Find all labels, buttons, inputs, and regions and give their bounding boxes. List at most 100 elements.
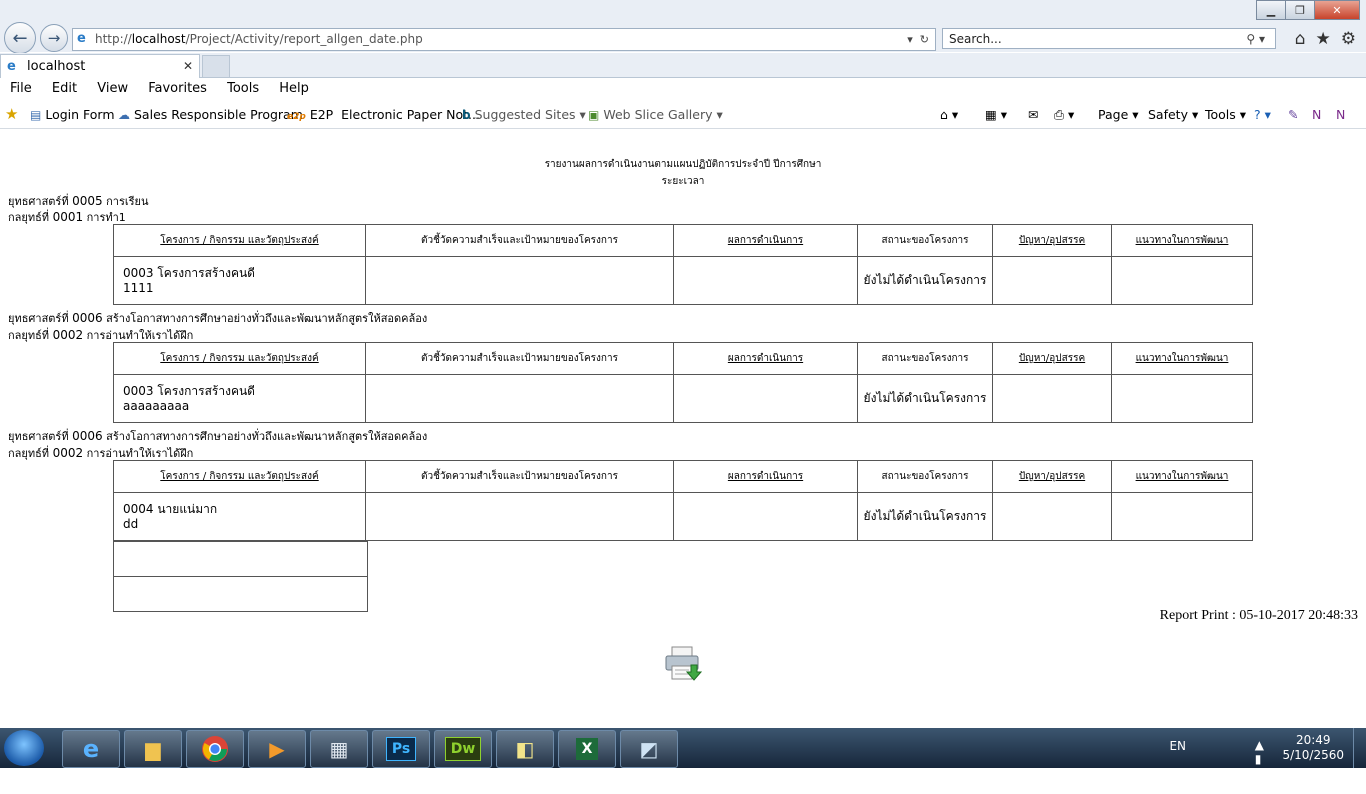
header-development[interactable]: แนวทางในการพัฒนา	[1111, 460, 1253, 493]
photoshop-icon[interactable]: Ps	[372, 730, 430, 768]
header-development[interactable]: แนวทางในการพัฒนา	[1111, 342, 1253, 375]
excel-icon[interactable]: X	[558, 730, 616, 768]
header-result[interactable]: ผลการดำเนินการ	[673, 342, 858, 375]
header-indicator: ตัวชี้วัดความสำเร็จและเป้าหมายของโครงการ	[365, 224, 674, 257]
close-icon[interactable]: ✕	[1314, 0, 1360, 20]
header-problem[interactable]: ปัญหา/อุปสรรค	[992, 460, 1112, 493]
minimize-icon[interactable]: ▁	[1256, 0, 1286, 20]
table-header-row: โครงการ / กิจกรรม และวัตถุประสงค์ ตัวชี้…	[113, 224, 1253, 257]
development-cell	[1111, 492, 1253, 541]
mail-icon[interactable]: ✉	[1028, 101, 1038, 128]
page-menu[interactable]: Page ▾	[1098, 101, 1139, 128]
report-table: โครงการ / กิจกรรม และวัตถุประสงค์ ตัวชี้…	[113, 224, 1253, 305]
explorer-folder-icon[interactable]: ▆	[124, 730, 182, 768]
fav-login-form[interactable]: ▤ Login Form	[30, 101, 115, 129]
new-tab-button[interactable]	[202, 55, 230, 78]
dreamweaver-icon[interactable]: Dw	[434, 730, 492, 768]
header-result[interactable]: ผลการดำเนินการ	[673, 224, 858, 257]
header-problem[interactable]: ปัญหา/อุปสรรค	[992, 224, 1112, 257]
window-controls: ▁ ❐ ✕	[1256, 0, 1360, 20]
header-project[interactable]: โครงการ / กิจกรรม และวัตถุประสงค์	[113, 342, 366, 375]
result-cell	[673, 256, 858, 305]
home-cmd-icon[interactable]: ⌂ ▾	[940, 101, 958, 128]
group-label: กลยุทธ์ที่ 0001 การทำ1	[8, 210, 126, 224]
maximize-icon[interactable]: ❐	[1285, 0, 1315, 20]
status-cell: ยังไม่ได้ดำเนินโครงการ	[857, 374, 993, 423]
windows-start-icon[interactable]	[4, 730, 44, 766]
header-status: สถานะของโครงการ	[857, 460, 993, 493]
show-desktop-button[interactable]	[1353, 728, 1366, 768]
search-input[interactable]: Search... ⚲ ▾	[942, 28, 1276, 49]
feeds-icon[interactable]: ▦ ▾	[985, 101, 1007, 128]
tab-close-icon[interactable]: ✕	[183, 55, 193, 78]
table-row: 0003 โครงการสร้างคนดี aaaaaaaaa ยังไม่ได้…	[113, 374, 1253, 423]
refresh-icon[interactable]: ↻	[920, 33, 929, 46]
report-title: รายงานผลการดำเนินงานตามแผนปฏิบัติการประจ…	[544, 159, 822, 170]
fav-sales-program[interactable]: ☁ Sales Responsible Program	[118, 101, 303, 129]
menu-view[interactable]: View	[97, 81, 128, 96]
status-cell: ยังไม่ได้ดำเนินโครงการ	[857, 492, 993, 541]
e2p-logo-icon: e2p	[287, 112, 306, 122]
print-icon[interactable]: ⎙ ▾	[1054, 101, 1074, 128]
favorites-star-icon[interactable]: ★	[1316, 29, 1331, 49]
header-project[interactable]: โครงการ / กิจกรรม และวัตถุประสงค์	[113, 224, 366, 257]
ie-taskbar-icon[interactable]: e	[62, 730, 120, 768]
add-favorite-star-icon[interactable]: ★	[5, 101, 18, 128]
settings-gear-icon[interactable]: ⚙	[1341, 29, 1356, 49]
printer-icon[interactable]	[664, 645, 702, 681]
bing-icon: b	[462, 108, 471, 122]
address-bar[interactable]: e http://localhost/Project/Activity/repo…	[72, 28, 936, 51]
search-icon[interactable]: ⚲ ▾	[1246, 29, 1265, 50]
fav-suggested-sites[interactable]: b Suggested Sites ▾	[462, 101, 586, 129]
indicator-cell	[365, 492, 674, 541]
menu-tools[interactable]: Tools	[227, 81, 259, 96]
home-icon[interactable]: ⌂	[1295, 29, 1306, 49]
title-bar: ▁ ❐ ✕ ← → e http://localhost/Project/Act…	[0, 0, 1366, 54]
empty-cell	[113, 541, 368, 577]
tools-menu[interactable]: Tools ▾	[1205, 101, 1246, 128]
header-result[interactable]: ผลการดำเนินการ	[673, 460, 858, 493]
media-player-icon[interactable]: ▶	[248, 730, 306, 768]
indicator-cell	[365, 256, 674, 305]
language-indicator[interactable]: EN	[1169, 739, 1186, 753]
empty-cell	[113, 576, 368, 612]
fav-web-slice-gallery[interactable]: ▣ Web Slice Gallery ▾	[588, 101, 723, 129]
clock[interactable]: 20:49 5/10/2560	[1282, 733, 1344, 763]
table-row: 0003 โครงการสร้างคนดี 1111 ยังไม่ได้ดำเนิ…	[113, 256, 1253, 305]
project-cell: 0003 โครงการสร้างคนดี 1111	[113, 256, 366, 305]
strategy-label: ยุทธศาสตร์ที่ 0006 สร้างโอกาสทางการศึกษา…	[8, 311, 428, 325]
header-project[interactable]: โครงการ / กิจกรรม และวัตถุประสงค์	[113, 460, 366, 493]
menu-help[interactable]: Help	[279, 81, 309, 96]
menu-file[interactable]: File	[10, 81, 32, 96]
report-page: รายงานผลการดำเนินงานตามแผนปฏิบัติการประจ…	[0, 130, 1366, 728]
project-cell: 0003 โครงการสร้างคนดี aaaaaaaaa	[113, 374, 366, 423]
forward-arrow-icon[interactable]: →	[40, 24, 68, 52]
address-tools[interactable]: ▾ ↻	[907, 29, 929, 50]
back-arrow-icon[interactable]: ←	[4, 22, 36, 54]
tray-icons[interactable]: ▲ ▮ ▂ ◂	[1255, 738, 1270, 794]
chrome-icon[interactable]	[186, 730, 244, 768]
fav-e2p[interactable]: e2p E2P Electronic Paper Not...	[287, 101, 480, 131]
menu-edit[interactable]: Edit	[52, 81, 77, 96]
result-cell	[673, 374, 858, 423]
table-header-row: โครงการ / กิจกรรม และวัตถุประสงค์ ตัวชี้…	[113, 342, 1253, 375]
onenote-icon[interactable]: N	[1312, 101, 1321, 128]
safety-menu[interactable]: Safety ▾	[1148, 101, 1198, 128]
header-problem[interactable]: ปัญหา/อุปสรรค	[992, 342, 1112, 375]
onenote-send-icon[interactable]: N	[1336, 101, 1345, 128]
ie-page-icon: e	[77, 31, 86, 46]
research-icon[interactable]: ✎	[1288, 101, 1298, 128]
menu-favorites[interactable]: Favorites	[148, 81, 207, 96]
calculator-icon[interactable]: ▦	[310, 730, 368, 768]
sticky-notes-icon[interactable]: ◧	[496, 730, 554, 768]
header-status: สถานะของโครงการ	[857, 224, 993, 257]
tab-localhost[interactable]: e localhost ✕	[0, 54, 200, 78]
header-development[interactable]: แนวทางในการพัฒนา	[1111, 224, 1253, 257]
web-slice-icon: ▣	[588, 108, 600, 122]
toolbar-right-icons: ⌂ ★ ⚙	[1295, 29, 1356, 49]
paper-app-icon[interactable]: ◩	[620, 730, 678, 768]
help-icon[interactable]: ? ▾	[1254, 101, 1271, 128]
table-header-row: โครงการ / กิจกรรม และวัตถุประสงค์ ตัวชี้…	[113, 460, 1253, 493]
report-print-timestamp: Report Print : 05-10-2017 20:48:33	[1159, 608, 1358, 623]
header-indicator: ตัวชี้วัดความสำเร็จและเป้าหมายของโครงการ	[365, 460, 674, 493]
